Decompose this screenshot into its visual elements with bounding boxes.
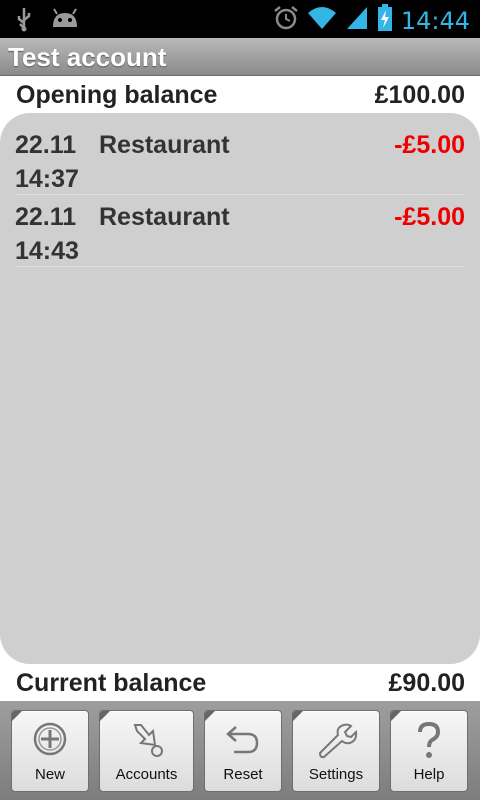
current-balance-label: Current balance [16, 669, 207, 697]
title-bar: Test account [0, 38, 480, 76]
alarm-icon [273, 5, 299, 36]
opening-balance-row: Opening balance £100.00 [0, 77, 480, 115]
status-clock: 14:44 [400, 6, 470, 35]
battery-charging-icon [377, 4, 393, 37]
help-icon [414, 721, 444, 766]
transaction-row[interactable]: 22.11 Restaurant -£5.00 14:43 [15, 197, 465, 267]
current-balance-value: £90.00 [388, 669, 465, 697]
transaction-date: 22.11 [15, 131, 77, 159]
opening-balance-label: Opening balance [16, 81, 218, 109]
new-button-label: New [34, 766, 65, 783]
page-title: Test account [8, 42, 167, 72]
transaction-description: Restaurant [99, 131, 230, 159]
add-circle-icon [32, 721, 68, 762]
help-button[interactable]: Help [390, 710, 468, 792]
new-button[interactable]: New [11, 710, 89, 792]
transactions-list[interactable]: 22.11 Restaurant -£5.00 14:37 22.11 Rest… [0, 113, 480, 664]
wifi-icon [307, 5, 337, 36]
settings-button[interactable]: Settings [292, 710, 380, 792]
accounts-icon [127, 721, 167, 764]
android-icon [50, 7, 80, 36]
accounts-button[interactable]: Accounts [99, 710, 194, 792]
usb-icon [14, 6, 34, 37]
settings-button-label: Settings [308, 766, 364, 783]
signal-icon [345, 5, 369, 36]
undo-icon [224, 721, 262, 762]
help-button-label: Help [413, 766, 445, 783]
transaction-date: 22.11 [15, 203, 77, 231]
wrench-icon [314, 721, 358, 764]
reset-button[interactable]: Reset [204, 710, 282, 792]
current-balance-row: Current balance £90.00 [0, 665, 480, 703]
transaction-amount: -£5.00 [394, 203, 465, 231]
transaction-row[interactable]: 22.11 Restaurant -£5.00 14:37 [15, 125, 465, 195]
reset-button-label: Reset [223, 766, 263, 783]
opening-balance-value: £100.00 [374, 81, 465, 109]
transaction-description: Restaurant [99, 203, 230, 231]
bottom-toolbar: New Accounts Reset Settings Help [0, 701, 480, 800]
status-bar: 14:44 [0, 0, 480, 38]
transaction-time: 14:43 [15, 237, 79, 265]
transaction-amount: -£5.00 [394, 131, 465, 159]
transaction-time: 14:37 [15, 165, 79, 193]
accounts-button-label: Accounts [115, 766, 178, 783]
